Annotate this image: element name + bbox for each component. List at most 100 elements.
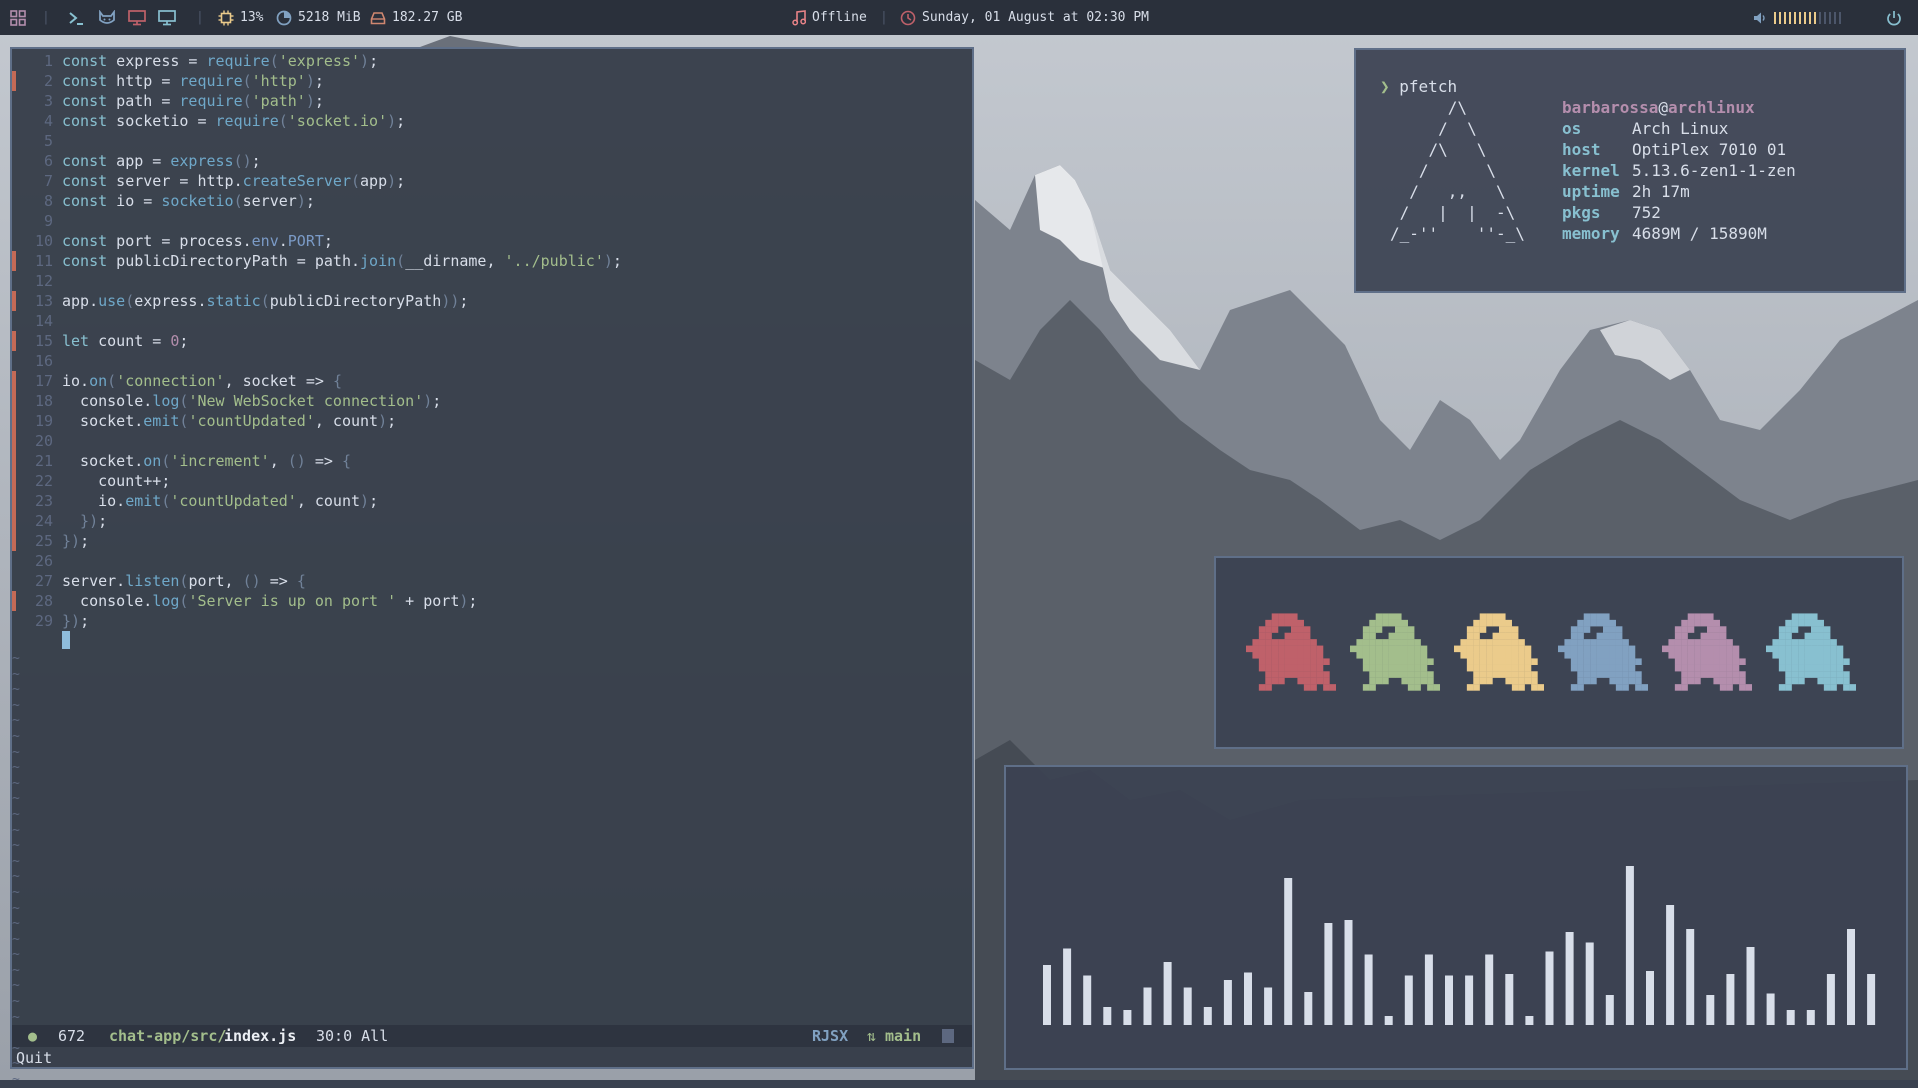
cat-icon[interactable] bbox=[98, 0, 116, 35]
code-line[interactable]: 23 io.emit('countUpdated', count); bbox=[12, 491, 972, 511]
code-line[interactable]: 25}); bbox=[12, 531, 972, 551]
code-token: const bbox=[62, 252, 108, 270]
system-info: barbarossa@archlinux os Arch Linux host Opt… bbox=[1562, 97, 1796, 244]
terminal-icon[interactable] bbox=[68, 0, 84, 35]
monitor-icon[interactable] bbox=[128, 0, 146, 35]
memory-usage: 5218 MiB bbox=[298, 10, 361, 25]
code-line[interactable]: 5 bbox=[12, 131, 972, 151]
code-token: io = bbox=[107, 192, 162, 210]
code-line[interactable]: 10 const port = process.env.PORT; bbox=[12, 231, 972, 251]
cpu-widget: 13% bbox=[218, 0, 263, 35]
code-line[interactable]: 12 bbox=[12, 271, 972, 291]
code-line[interactable]: 20 bbox=[12, 431, 972, 451]
git-change-marker bbox=[12, 191, 16, 211]
code-line[interactable]: 8 const io = socketio(server); bbox=[12, 191, 972, 211]
code-token: 'increment' bbox=[170, 452, 270, 470]
line-number: 26 bbox=[34, 552, 53, 570]
code-line[interactable]: 13 app.use(express.static(publicDirectory… bbox=[12, 291, 972, 311]
code-line[interactable]: 26 bbox=[12, 551, 972, 571]
visualizer-bar bbox=[1847, 929, 1855, 1025]
line-content: server.listen(port, () => { bbox=[62, 571, 306, 591]
visualizer-bar bbox=[1424, 954, 1433, 1025]
code-token: server = http. bbox=[107, 172, 243, 190]
empty-line-markers: ~ ~ ~ ~ ~ ~ ~ ~ ~ ~ ~ ~ ~ ~ ~ ~ ~ ~ ~ ~ … bbox=[12, 651, 20, 1088]
volume-level-bar[interactable] bbox=[1774, 11, 1844, 25]
code-token: const bbox=[62, 192, 108, 210]
git-change-marker bbox=[12, 411, 16, 431]
code-token: ) bbox=[378, 412, 388, 430]
editor-window[interactable]: 1 const express = require('express'); 2 con… bbox=[10, 47, 974, 1087]
visualizer-bar bbox=[1485, 954, 1494, 1025]
command-line[interactable]: Quit bbox=[16, 1048, 52, 1068]
code-token: listen bbox=[125, 572, 180, 590]
code-line[interactable]: 17 io.on('connection', socket => { bbox=[12, 371, 972, 391]
line-number: 11 bbox=[34, 252, 53, 270]
line-content: const http = require('http'); bbox=[62, 71, 324, 91]
visualizer-bar bbox=[1686, 929, 1695, 1025]
code-line[interactable]: 18 console.log('New WebSocket connection… bbox=[12, 391, 972, 411]
pfetch-terminal[interactable]: ❯ pfetch /\ / \ /\ \ / \ / ,, \ / | | -\… bbox=[1354, 48, 1906, 293]
code-line[interactable]: 14 bbox=[12, 311, 972, 331]
code-token: ; bbox=[396, 112, 406, 130]
code-token: const bbox=[62, 112, 108, 130]
code-line[interactable]: 22 count++; bbox=[12, 471, 972, 491]
volume-tick bbox=[1774, 11, 1776, 24]
code-token: ( bbox=[269, 52, 279, 70]
code-token: + port bbox=[396, 592, 460, 610]
code-token: http = bbox=[107, 72, 180, 90]
code-line[interactable]: 16 bbox=[12, 351, 972, 371]
code-token: server. bbox=[62, 572, 126, 590]
code-token: emit bbox=[125, 492, 162, 510]
code-line[interactable]: 27 server.listen(port, () => { bbox=[12, 571, 972, 591]
arch-logo-ascii: /\ / \ /\ \ / \ / ,, \ / | | -\ /_-'' ''… bbox=[1390, 98, 1525, 243]
code-token: ( bbox=[242, 92, 252, 110]
code-line[interactable]: 2 const http = require('http'); bbox=[12, 71, 972, 91]
clock-icon bbox=[900, 10, 916, 25]
code-token: socket. bbox=[62, 412, 144, 430]
code-token: socket. bbox=[62, 452, 144, 470]
workspaces-grid-icon[interactable] bbox=[10, 0, 26, 35]
code-token: ; bbox=[396, 172, 406, 190]
prompt-symbol: ❯ bbox=[1380, 77, 1390, 96]
code-token: ) bbox=[305, 92, 315, 110]
code-token: ) bbox=[603, 252, 613, 270]
volume-widget[interactable] bbox=[1752, 0, 1844, 35]
code-line[interactable]: 28 console.log('Server is up on port ' +… bbox=[12, 591, 972, 611]
code-token: const bbox=[62, 52, 108, 70]
git-change-marker bbox=[12, 471, 16, 491]
code-token: ; bbox=[459, 292, 469, 310]
code-line[interactable]: 6 const app = express(); bbox=[12, 151, 972, 171]
code-token: ; bbox=[387, 412, 397, 430]
display-icon[interactable] bbox=[158, 0, 176, 35]
line-number: 27 bbox=[34, 572, 53, 590]
ghost-sprite-icon bbox=[1350, 613, 1440, 691]
git-change-marker bbox=[12, 591, 16, 611]
code-token: 'path' bbox=[251, 92, 306, 110]
music-widget[interactable]: Offline bbox=[792, 0, 867, 35]
clock-widget[interactable]: Sunday, 01 August at 02:30 PM bbox=[900, 0, 1149, 35]
code-line[interactable]: 15 let count = 0; bbox=[12, 331, 972, 351]
code-line[interactable]: 3 const path = require('path'); bbox=[12, 91, 972, 111]
code-token: }) bbox=[62, 512, 99, 530]
code-line[interactable]: 9 bbox=[12, 211, 972, 231]
code-area[interactable]: 1 const express = require('express'); 2 con… bbox=[12, 51, 972, 631]
visualizer-bar bbox=[1043, 965, 1051, 1025]
audio-visualizer bbox=[1004, 765, 1908, 1070]
code-line[interactable]: 19 socket.emit('countUpdated', count); bbox=[12, 411, 972, 431]
code-token: => bbox=[305, 452, 342, 470]
code-line[interactable]: 29}); bbox=[12, 611, 972, 631]
git-change-marker bbox=[12, 151, 16, 171]
visualizer-bar bbox=[1706, 995, 1715, 1025]
code-line[interactable]: 21 socket.on('increment', () => { bbox=[12, 451, 972, 471]
volume-tick bbox=[1799, 11, 1801, 24]
code-line[interactable]: 4 const socketio = require('socket.io'); bbox=[12, 111, 972, 131]
code-line[interactable]: 7 const server = http.createServer(app); bbox=[12, 171, 972, 191]
code-token: , count bbox=[296, 492, 361, 510]
code-token: { bbox=[332, 372, 342, 390]
code-line[interactable]: 11 const publicDirectoryPath = path.join(… bbox=[12, 251, 972, 271]
code-line[interactable]: 24 }); bbox=[12, 511, 972, 531]
code-token: )) bbox=[441, 292, 460, 310]
code-line[interactable]: 1 const express = require('express'); bbox=[12, 51, 972, 71]
git-change-marker bbox=[12, 391, 16, 411]
power-icon[interactable] bbox=[1886, 0, 1902, 35]
